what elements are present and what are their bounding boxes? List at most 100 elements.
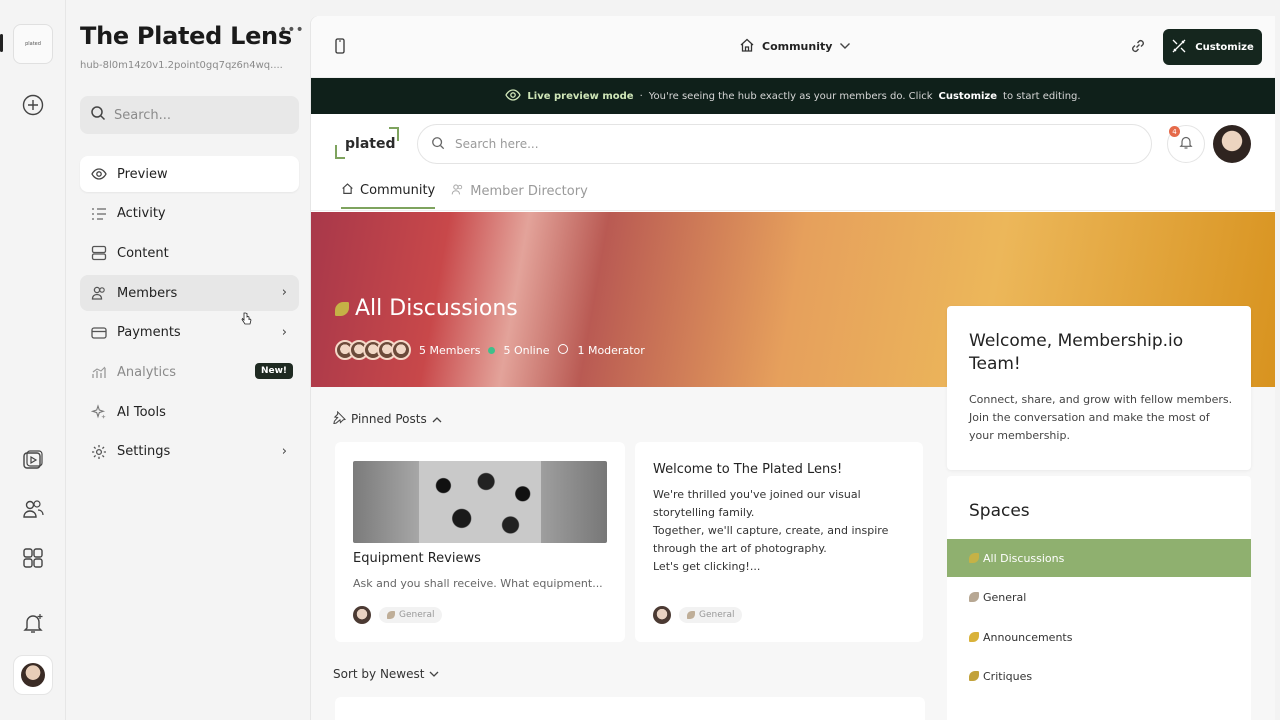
sparkle-icon [90,403,108,421]
logo-bracket-right [389,127,399,141]
page-selector[interactable]: Community [739,37,851,56]
sidebar-item-activity[interactable]: Activity [80,196,299,232]
activity-list-icon [90,205,108,223]
hub-logo-button[interactable]: plated [13,24,53,64]
author-avatar [653,606,671,624]
sidebar-item-label: Preview [117,166,168,182]
space-tag[interactable]: General [379,607,443,623]
space-item-label: All Discussions [983,551,1065,565]
feed-area: Pinned Posts Equipment Reviews Ask and y… [311,387,941,720]
sidebar-item-content[interactable]: Content [80,235,299,271]
sidebar-item-label: Settings [117,444,171,460]
plated-logo-text: plated [345,136,396,152]
hub-tabs: Community Member Directory [341,182,588,209]
plus-circle-icon[interactable] [20,92,46,118]
customize-button[interactable]: Customize [1163,29,1262,65]
user-avatar[interactable] [13,655,53,695]
sidebar-search-input[interactable] [114,107,284,123]
space-item-label: Announcements [983,630,1073,644]
space-tag[interactable]: General [679,607,743,623]
welcome-card: Welcome, Membership.io Team! Connect, sh… [947,306,1251,470]
preview-description: You're seeing the hub exactly as your me… [648,90,933,102]
notifications-button[interactable]: 4 [1167,125,1205,163]
space-item-all-discussions[interactable]: All Discussions [947,539,1251,577]
video-icon[interactable] [20,447,46,473]
post-card[interactable] [335,697,925,720]
page-selector-label: Community [762,40,833,53]
preview-customize-word: Customize [938,90,998,102]
gear-icon [90,443,108,461]
tab-label: Member Directory [470,184,588,199]
separator: · [639,90,643,102]
content-stack-icon [90,244,108,262]
author-avatar [353,606,371,624]
post-excerpt: Ask and you shall receive. What equipmen… [353,577,603,590]
space-meta: 5 Members 5 Online 1 Moderator [335,340,645,360]
search-icon [90,105,106,125]
sidebar-item-label: Members [117,285,178,301]
chevron-right-icon: › [281,324,287,340]
spaces-title: Spaces [969,501,1030,521]
new-badge: New! [254,363,293,380]
moderator-icon [557,343,569,358]
preview-tail: to start editing. [1003,90,1081,102]
main-panel: Community Customize Live preview mode · … [311,16,1275,720]
link-icon[interactable] [1129,37,1147,59]
space-tag-label: General [699,610,735,620]
leaf-emoji-icon [687,611,695,619]
hub-user-avatar[interactable] [1213,125,1251,163]
pinned-post-card[interactable]: Welcome to The Plated Lens! We're thrill… [635,442,923,642]
users-icon[interactable] [20,496,46,522]
pinned-posts-toggle[interactable]: Pinned Posts [333,410,442,427]
grid-icon[interactable] [20,545,46,571]
space-tag-label: General [399,610,435,620]
sidebar-item-analytics[interactable]: Analytics New! [80,354,299,390]
hub-header: plated 4 Community Member Directory [311,114,1275,211]
welcome-text: Connect, share, and grow with fellow mem… [969,393,1233,442]
sort-dropdown[interactable]: Sort by Newest [333,667,439,681]
cameras-image [419,461,541,543]
member-avatars[interactable] [335,340,411,360]
sidebar-item-preview[interactable]: Preview [80,156,299,192]
members-icon [451,183,464,200]
pinned-post-card[interactable]: Equipment Reviews Ask and you shall rece… [335,442,625,642]
hub-search-input[interactable] [455,137,1055,151]
app-rail: plated [0,0,66,720]
leaf-emoji-icon [969,553,979,563]
chevron-up-icon [432,412,442,426]
chevron-down-icon [839,40,851,53]
members-icon [90,284,108,302]
sidebar-item-members[interactable]: Members › [80,275,299,312]
plated-logo[interactable]: plated [335,127,401,161]
tab-community[interactable]: Community [341,182,436,209]
user-avatar-image [21,663,45,687]
moderator-count: 1 Moderator [577,343,645,357]
space-item-announcements[interactable]: Announcements [947,618,1251,656]
post-footer: General [653,606,743,624]
home-icon [739,37,755,56]
preview-mode-label: Live preview mode [527,90,634,102]
mobile-preview-icon[interactable] [333,37,347,59]
live-preview-banner: Live preview mode · You're seeing the hu… [311,78,1275,114]
more-options-button[interactable]: ••• [279,22,304,38]
sidebar-item-settings[interactable]: Settings › [80,434,299,470]
rail-active-indicator [0,34,3,52]
eye-icon [90,165,108,183]
post-title: Welcome to The Plated Lens! [653,462,843,477]
chart-icon [90,363,108,381]
leaf-emoji-icon [969,632,979,642]
space-item-general[interactable]: General [947,578,1251,616]
bell-plus-icon[interactable] [20,610,46,636]
sort-label: Sort by Newest [333,667,425,681]
sidebar-item-ai-tools[interactable]: AI Tools [80,394,299,430]
customize-label: Customize [1195,41,1254,53]
hub-search[interactable] [417,124,1152,164]
sidebar: The Plated Lens ••• hub-8l0m14z0v1.2poin… [66,0,310,720]
sidebar-item-label: Activity [117,206,166,222]
sidebar-search[interactable] [80,96,299,134]
sidebar-item-payments[interactable]: Payments › [80,315,299,351]
post-excerpt: We're thrilled you've joined our visual … [653,488,889,573]
tab-member-directory[interactable]: Member Directory [451,182,588,209]
member-count: 5 Members [419,343,481,357]
space-item-critiques[interactable]: Critiques [947,657,1251,695]
